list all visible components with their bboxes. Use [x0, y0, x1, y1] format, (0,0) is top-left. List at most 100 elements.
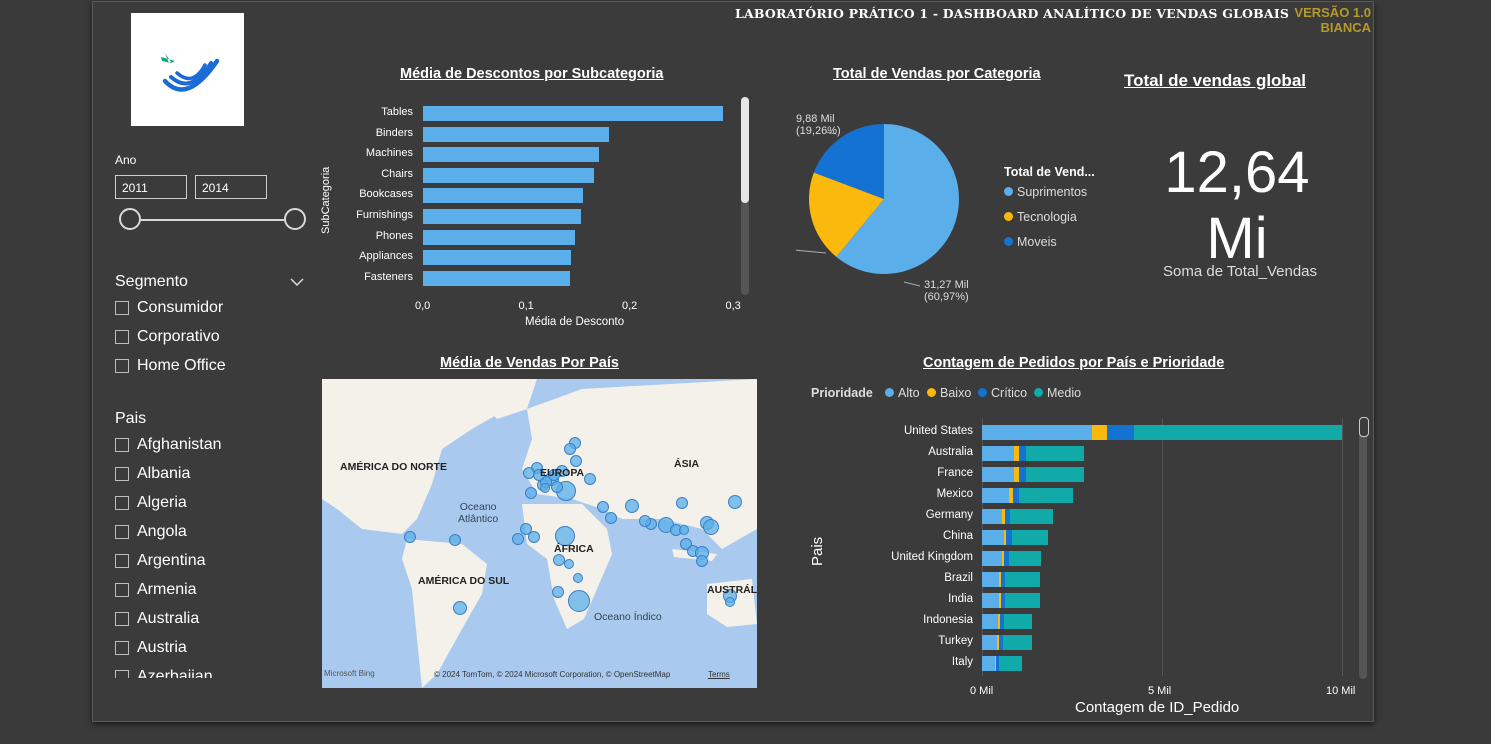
- orders-bar-segment[interactable]: [1106, 425, 1134, 440]
- country-option[interactable]: Albania: [115, 465, 190, 483]
- map-bubble[interactable]: [696, 555, 708, 567]
- map-bubble[interactable]: [528, 531, 540, 543]
- map-bubble[interactable]: [540, 483, 550, 493]
- orders-bar-segment[interactable]: [1025, 446, 1084, 461]
- orders-bar-segment[interactable]: [1003, 614, 1032, 629]
- checkbox[interactable]: [115, 583, 129, 597]
- orders-bar-segment[interactable]: [982, 635, 998, 650]
- orders-legend-item[interactable]: Medio: [1034, 386, 1081, 400]
- orders-bar-segment[interactable]: [982, 425, 1092, 440]
- map-bubble[interactable]: [728, 495, 742, 509]
- segment-option[interactable]: Corporativo: [115, 328, 220, 346]
- segment-option[interactable]: Home Office: [115, 357, 226, 375]
- map-bubble[interactable]: [404, 531, 416, 543]
- discount-bar[interactable]: [423, 106, 723, 121]
- map-bubble[interactable]: [625, 499, 639, 513]
- map-bubble[interactable]: [597, 501, 609, 513]
- country-option[interactable]: Algeria: [115, 494, 187, 512]
- map-bubble[interactable]: [639, 515, 651, 527]
- country-option[interactable]: Azerbaijan: [115, 668, 213, 678]
- orders-bar-segment[interactable]: [1133, 425, 1342, 440]
- legend-item[interactable]: Moveis: [1004, 235, 1057, 249]
- orders-bar-segment[interactable]: [982, 509, 1002, 524]
- segment-option[interactable]: Consumidor: [115, 299, 223, 317]
- map-bubble[interactable]: [525, 487, 537, 499]
- discount-bar[interactable]: [423, 270, 570, 286]
- year-slider-end-handle[interactable]: [284, 208, 306, 230]
- checkbox[interactable]: [115, 525, 129, 539]
- checkbox[interactable]: [115, 330, 129, 344]
- orders-bar-segment[interactable]: [1018, 446, 1026, 461]
- checkbox[interactable]: [115, 612, 129, 626]
- orders-bar-segment[interactable]: [1005, 593, 1040, 608]
- country-option[interactable]: Afghanistan: [115, 436, 222, 454]
- map-bubble[interactable]: [552, 586, 564, 598]
- year-slider-start-handle[interactable]: [119, 208, 141, 230]
- orders-legend-item[interactable]: Crítico: [978, 386, 1027, 400]
- discount-bar[interactable]: [423, 147, 599, 163]
- map-bubble[interactable]: [564, 559, 574, 569]
- orders-bar-segment[interactable]: [1002, 635, 1033, 650]
- country-option[interactable]: Angola: [115, 523, 187, 541]
- map-bubble[interactable]: [676, 497, 688, 509]
- orders-bar-segment[interactable]: [982, 593, 1000, 608]
- map-bubble[interactable]: [679, 525, 689, 535]
- orders-bar-segment[interactable]: [982, 614, 999, 629]
- orders-bar-segment[interactable]: [1025, 467, 1084, 482]
- orders-legend-item[interactable]: Alto: [885, 386, 920, 400]
- orders-bar-segment[interactable]: [982, 467, 1015, 482]
- orders-bar-segment[interactable]: [1011, 530, 1048, 545]
- country-option[interactable]: Armenia: [115, 581, 197, 599]
- country-option[interactable]: Australia: [115, 610, 199, 628]
- orders-bar-segment[interactable]: [982, 572, 1000, 587]
- map-attribution[interactable]: © 2024 TomTom, © 2024 Microsoft Corporat…: [434, 670, 670, 679]
- year-to-input[interactable]: 2014: [195, 175, 267, 199]
- discount-bar[interactable]: [423, 229, 575, 245]
- checkbox[interactable]: [115, 641, 129, 655]
- orders-bar-segment[interactable]: [999, 656, 1022, 671]
- year-from-input[interactable]: 2011: [115, 175, 187, 199]
- orders-legend-item[interactable]: Baixo: [927, 386, 971, 400]
- checkbox[interactable]: [115, 496, 129, 510]
- map-bubble[interactable]: [605, 512, 617, 524]
- chevron-down-icon[interactable]: [290, 274, 304, 292]
- orders-bar-segment[interactable]: [1018, 467, 1026, 482]
- sales-by-country-map[interactable]: AMÉRICA DO NORTE AMÉRICA DO SUL EUROPA Á…: [322, 379, 757, 688]
- orders-bar-segment[interactable]: [1091, 425, 1107, 440]
- orders-bar-segment[interactable]: [1009, 509, 1053, 524]
- discount-bar[interactable]: [423, 188, 584, 204]
- orders-bar-segment[interactable]: [982, 446, 1015, 461]
- checkbox[interactable]: [115, 467, 129, 481]
- legend-item[interactable]: Tecnologia: [1004, 210, 1077, 224]
- legend-item[interactable]: Suprimentos: [1004, 185, 1087, 199]
- year-slider-track[interactable]: [130, 219, 296, 221]
- orders-bar-segment[interactable]: [982, 551, 1002, 566]
- checkbox[interactable]: [115, 554, 129, 568]
- map-terms-link[interactable]: Terms: [708, 670, 730, 679]
- orders-chart-scrollbar-thumb[interactable]: [1359, 417, 1369, 437]
- map-bubble[interactable]: [568, 590, 590, 612]
- orders-bar-segment[interactable]: [982, 488, 1009, 503]
- map-bubble[interactable]: [551, 481, 563, 493]
- orders-bar-segment[interactable]: [1012, 488, 1020, 503]
- discount-bar[interactable]: [423, 250, 571, 266]
- orders-bar-segment[interactable]: [1019, 488, 1074, 503]
- map-bubble[interactable]: [564, 443, 576, 455]
- orders-bar-segment[interactable]: [1005, 572, 1040, 587]
- map-bubble[interactable]: [512, 533, 524, 545]
- discount-bar[interactable]: [423, 209, 582, 224]
- orders-bar-segment[interactable]: [982, 530, 1004, 545]
- map-bubble[interactable]: [725, 597, 735, 607]
- checkbox[interactable]: [115, 359, 129, 373]
- discount-chart-scrollbar[interactable]: [741, 97, 749, 295]
- discount-bar[interactable]: [423, 126, 609, 142]
- country-option[interactable]: Argentina: [115, 552, 206, 570]
- map-bubble[interactable]: [570, 455, 582, 467]
- country-option[interactable]: Austria: [115, 639, 187, 657]
- checkbox[interactable]: [115, 670, 129, 678]
- orders-bar-segment[interactable]: [1008, 551, 1042, 566]
- map-bubble[interactable]: [453, 601, 467, 615]
- map-bubble[interactable]: [703, 519, 719, 535]
- discount-chart-scrollbar-thumb[interactable]: [741, 97, 749, 203]
- discount-bar[interactable]: [423, 167, 594, 183]
